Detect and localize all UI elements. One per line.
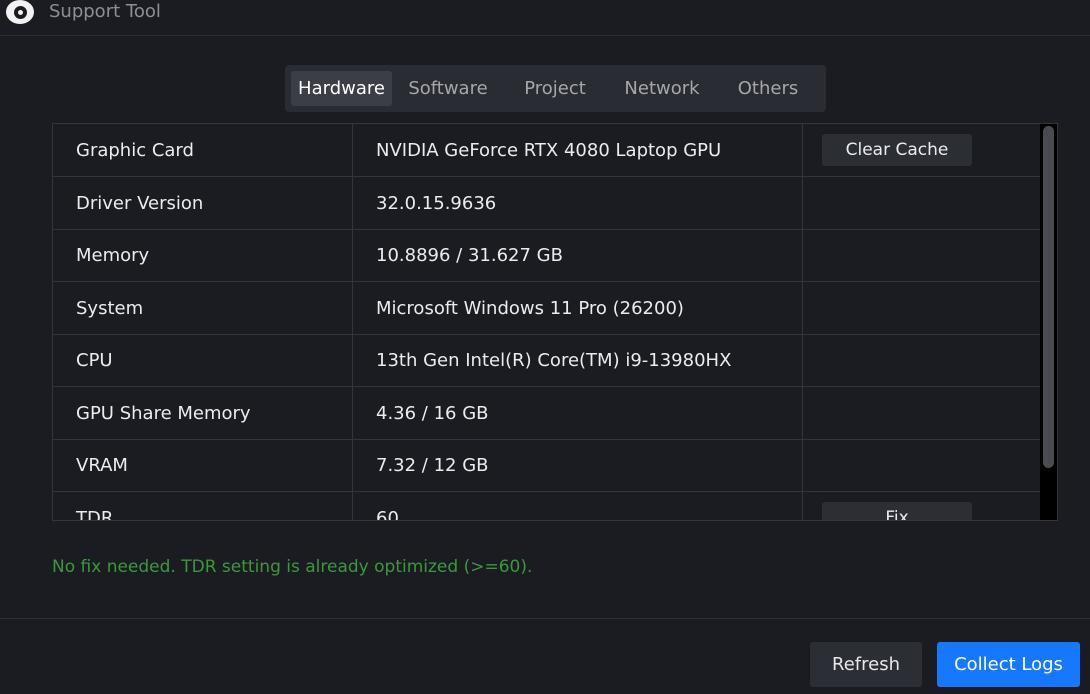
tab-project[interactable]: Project — [504, 71, 606, 106]
tab-bar: Hardware Software Project Network Others — [285, 65, 826, 112]
refresh-button[interactable]: Refresh — [810, 642, 922, 687]
scrollbar-thumb[interactable] — [1043, 126, 1054, 468]
hardware-info-table: Graphic Card NVIDIA GeForce RTX 4080 Lap… — [52, 123, 1058, 521]
fix-button[interactable]: Fix — [822, 502, 972, 520]
table-row-graphic-card: Graphic Card NVIDIA GeForce RTX 4080 Lap… — [53, 124, 1041, 177]
row-value: 10.8896 / 31.627 GB — [353, 229, 803, 281]
table-row-vram: VRAM 7.32 / 12 GB — [53, 439, 1041, 492]
app-logo-icon — [6, 0, 34, 24]
window-title: Support Tool — [49, 1, 161, 22]
row-value: 4.36 / 16 GB — [353, 387, 803, 439]
tab-others[interactable]: Others — [718, 71, 818, 106]
row-key: System — [53, 282, 353, 334]
row-value: NVIDIA GeForce RTX 4080 Laptop GPU — [353, 124, 803, 176]
row-key: GPU Share Memory — [53, 387, 353, 439]
row-key: TDR — [53, 492, 353, 520]
tab-software[interactable]: Software — [392, 71, 504, 106]
row-key: Graphic Card — [53, 124, 353, 176]
table-row-gpu-share-memory: GPU Share Memory 4.36 / 16 GB — [53, 387, 1041, 440]
row-value: 32.0.15.9636 — [353, 177, 803, 229]
row-value: 7.32 / 12 GB — [353, 439, 803, 491]
row-action-cell — [803, 282, 1041, 334]
table-row-cpu: CPU 13th Gen Intel(R) Core(TM) i9-13980H… — [53, 334, 1041, 387]
status-message: No fix needed. TDR setting is already op… — [52, 557, 533, 577]
table-scrollbar[interactable] — [1040, 124, 1057, 520]
tab-hardware[interactable]: Hardware — [291, 71, 392, 106]
clear-cache-button[interactable]: Clear Cache — [822, 134, 972, 166]
table-row-tdr: TDR 60 Fix — [53, 492, 1041, 520]
row-value: 60 — [353, 492, 803, 520]
table-row-memory: Memory 10.8896 / 31.627 GB — [53, 229, 1041, 282]
row-action-cell — [803, 387, 1041, 439]
title-bar: Support Tool — [0, 0, 1090, 36]
tab-network[interactable]: Network — [606, 71, 718, 106]
table-row-driver-version: Driver Version 32.0.15.9636 — [53, 177, 1041, 230]
row-key: Memory — [53, 229, 353, 281]
row-action-cell — [803, 439, 1041, 491]
support-tool-window: Support Tool Hardware Software Project N… — [0, 0, 1090, 694]
table-row-system: System Microsoft Windows 11 Pro (26200) — [53, 282, 1041, 335]
row-action-cell: Fix — [803, 492, 1041, 520]
row-key: Driver Version — [53, 177, 353, 229]
row-value: 13th Gen Intel(R) Core(TM) i9-13980HX — [353, 334, 803, 386]
row-action-cell: Clear Cache — [803, 124, 1041, 176]
row-action-cell — [803, 334, 1041, 386]
row-action-cell — [803, 229, 1041, 281]
row-action-cell — [803, 177, 1041, 229]
row-key: VRAM — [53, 439, 353, 491]
collect-logs-button[interactable]: Collect Logs — [937, 642, 1080, 687]
row-value: Microsoft Windows 11 Pro (26200) — [353, 282, 803, 334]
row-key: CPU — [53, 334, 353, 386]
footer-bar: Refresh Collect Logs — [0, 618, 1090, 694]
